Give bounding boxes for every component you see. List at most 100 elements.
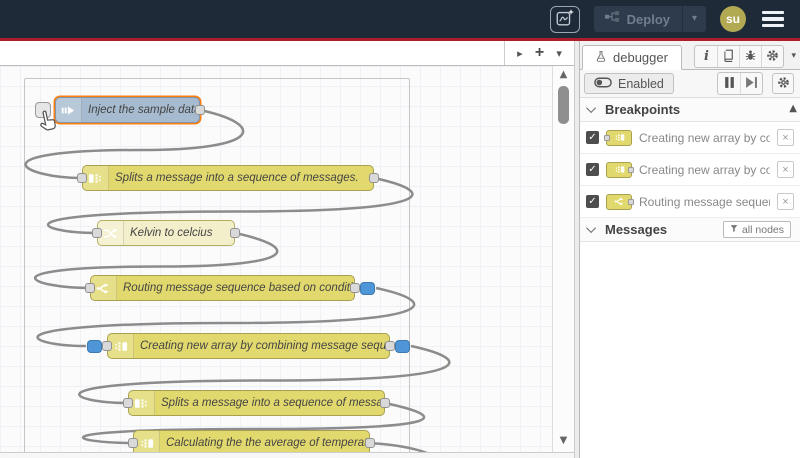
- breakpoint-marker[interactable]: [87, 339, 102, 353]
- add-flow-button[interactable]: +: [530, 44, 548, 62]
- pause-icon: [723, 76, 736, 92]
- node-label: Calculating the the average of temperatu…: [166, 437, 369, 449]
- flow-node-change-1[interactable]: Kelvin to celcius: [97, 220, 235, 246]
- flow-assistant-button[interactable]: [549, 5, 580, 33]
- output-port[interactable]: [350, 283, 360, 293]
- enabled-label: Enabled: [618, 76, 664, 91]
- gear-icon: [777, 76, 790, 92]
- canvas-scrollbar-thumb[interactable]: [558, 86, 569, 124]
- breakpoint-marker[interactable]: [360, 281, 375, 295]
- output-port[interactable]: [230, 228, 240, 238]
- messages-section-header[interactable]: Messages all nodes: [580, 218, 800, 242]
- canvas-horizontal-scroll-track[interactable]: [0, 452, 574, 458]
- sidebar-tab-strip: debugger i ▾: [580, 41, 800, 70]
- sidebar-tab-buttons: i ▾: [694, 45, 796, 68]
- node-label: Creating new array by combining message …: [140, 340, 389, 352]
- canvas-scrollbar[interactable]: ▲ ▼: [552, 66, 574, 452]
- input-port[interactable]: [77, 173, 87, 183]
- breakpoints-section-header[interactable]: Breakpoints: [580, 98, 800, 122]
- sidebar-splitter[interactable]: [574, 41, 580, 458]
- scroll-up-icon[interactable]: ▲: [553, 70, 574, 80]
- mini-switch-node-icon: [606, 193, 634, 210]
- step-button[interactable]: [740, 73, 762, 94]
- flow-node-split-1[interactable]: Splits a message into a sequence of mess…: [82, 165, 374, 191]
- tab-info-button[interactable]: i: [695, 46, 717, 67]
- breakpoint-marker[interactable]: [395, 339, 410, 353]
- mini-port: [628, 198, 634, 205]
- breakpoint-checkbox[interactable]: ✓: [586, 131, 599, 144]
- app-header: Deploy ▾ su: [0, 0, 800, 38]
- flow-canvas[interactable]: Inject the sample data Splits a message i…: [0, 66, 552, 452]
- user-avatar[interactable]: su: [720, 6, 746, 32]
- flow-node-join-2[interactable]: Calculating the the average of temperatu…: [133, 430, 370, 452]
- workspace-tab-actions: ▸ + ▾: [504, 41, 574, 65]
- deploy-button[interactable]: Deploy ▾: [593, 6, 706, 32]
- flow-node-split-2[interactable]: Splits a message into a sequence of mess…: [128, 390, 385, 416]
- main-menu-button[interactable]: [760, 7, 786, 32]
- breakpoint-row[interactable]: ✓ Routing message sequence based on condi…: [580, 186, 800, 218]
- breakpoint-row[interactable]: ✓ Creating new array by combining message…: [580, 122, 800, 154]
- deploy-icon: [604, 10, 620, 28]
- mini-port: [604, 134, 610, 141]
- node-label: Kelvin to celcius: [130, 227, 213, 239]
- breakpoint-checkbox[interactable]: ✓: [586, 195, 599, 208]
- messages-title: Messages: [605, 222, 668, 237]
- inject-icon: [56, 98, 82, 122]
- remove-breakpoint-button[interactable]: ×: [777, 129, 794, 146]
- flow-node-inject[interactable]: Inject the sample data: [55, 97, 200, 123]
- chevron-down-icon: [586, 103, 597, 114]
- breakpoint-label: Creating new array by combining message …: [639, 130, 770, 145]
- deploy-options-button[interactable]: ▾: [682, 6, 706, 32]
- tab-debugger-label: debugger: [613, 50, 668, 65]
- breakpoint-label: Routing message sequence based on condit…: [639, 194, 770, 209]
- message-filter-button[interactable]: all nodes: [722, 221, 791, 238]
- flow-node-join-1[interactable]: Creating new array by combining message …: [107, 333, 390, 359]
- tab-debug-button[interactable]: [739, 46, 761, 67]
- scroll-down-icon[interactable]: ▼: [553, 436, 574, 446]
- output-port[interactable]: [380, 398, 390, 408]
- sidebar: debugger i ▾ Enabled Breakpoints ✓ Creat…: [580, 41, 800, 458]
- tab-debugger[interactable]: debugger: [582, 45, 682, 70]
- tab-config-button[interactable]: [761, 46, 783, 67]
- input-port[interactable]: [128, 438, 138, 448]
- scroll-tabs-right-button[interactable]: ▸: [511, 44, 529, 62]
- debugger-enabled-toggle[interactable]: Enabled: [584, 73, 674, 94]
- output-port[interactable]: [385, 341, 395, 351]
- step-icon: [745, 76, 758, 92]
- mini-join-node-icon: [606, 161, 634, 178]
- sidebar-scroll-up-icon[interactable]: ▲: [789, 104, 797, 114]
- flow-list-button[interactable]: ▾: [550, 44, 568, 62]
- sidebar-tabs-dropdown-icon[interactable]: ▾: [791, 52, 796, 61]
- debugger-toolbar: Enabled: [580, 70, 800, 98]
- output-port[interactable]: [365, 438, 375, 448]
- input-port[interactable]: [85, 283, 95, 293]
- input-port[interactable]: [102, 341, 112, 351]
- input-port[interactable]: [123, 398, 133, 408]
- output-port[interactable]: [369, 173, 379, 183]
- bug-icon: [744, 49, 757, 65]
- hamburger-icon: [762, 10, 784, 15]
- node-label: Splits a message into a sequence of mess…: [161, 397, 384, 409]
- mini-port: [628, 166, 634, 173]
- remove-breakpoint-button[interactable]: ×: [777, 193, 794, 210]
- workspace-tab-bar: ▸ + ▾: [0, 41, 574, 66]
- node-label: Inject the sample data: [88, 104, 199, 116]
- filter-label: all nodes: [741, 223, 784, 236]
- deploy-button-main[interactable]: Deploy: [594, 10, 682, 28]
- wire[interactable]: [369, 441, 455, 452]
- debugger-settings-button[interactable]: [772, 73, 794, 94]
- breakpoint-row[interactable]: ✓ Creating new array by combining message…: [580, 154, 800, 186]
- breakpoint-checkbox[interactable]: ✓: [586, 163, 599, 176]
- breakpoints-title: Breakpoints: [605, 102, 681, 117]
- deploy-label: Deploy: [626, 11, 670, 27]
- flow-node-switch-1[interactable]: Routing message sequence based on condit…: [90, 275, 355, 301]
- header-accent-line: [0, 38, 800, 41]
- input-port[interactable]: [92, 228, 102, 238]
- chevron-down-icon: [586, 223, 597, 234]
- breakpoints-list: ✓ Creating new array by combining message…: [580, 122, 800, 218]
- output-port[interactable]: [195, 105, 205, 115]
- tab-help-button[interactable]: [717, 46, 739, 67]
- flow-assistant-icon: [555, 8, 575, 31]
- pause-button[interactable]: [718, 73, 740, 94]
- remove-breakpoint-button[interactable]: ×: [777, 161, 794, 178]
